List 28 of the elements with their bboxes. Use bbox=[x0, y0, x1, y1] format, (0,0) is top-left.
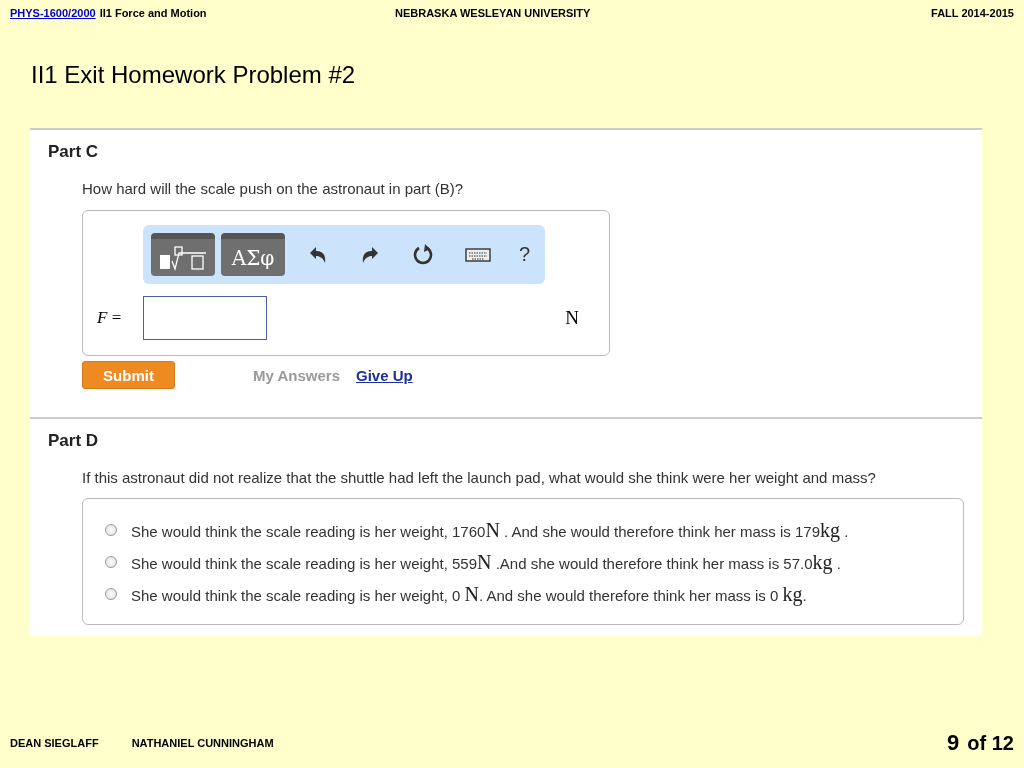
page-number: 9 bbox=[947, 730, 960, 756]
option-text: She would think the scale reading is her weight, 559N .And she would therefore think her mass is 57.0kg . bbox=[131, 550, 841, 574]
part-heading: Part C bbox=[47, 141, 100, 162]
variable-label: F = bbox=[97, 308, 123, 328]
reset-icon[interactable] bbox=[411, 242, 435, 267]
answer-input[interactable] bbox=[143, 296, 267, 340]
page-total: of 12 bbox=[967, 732, 1014, 755]
author-name: NATHANIEL CUNNINGHAM bbox=[131, 737, 274, 749]
templates-button[interactable] bbox=[151, 233, 215, 276]
radio-button[interactable] bbox=[105, 556, 117, 568]
keyboard-icon[interactable] bbox=[465, 246, 491, 263]
option-text: She would think the scale reading is her weight, 1760N . And she would therefore think her mass is 179kg . bbox=[131, 518, 849, 542]
course-title: II1 Force and Motion bbox=[99, 7, 207, 19]
radio-button[interactable] bbox=[105, 524, 117, 536]
radio-button[interactable] bbox=[105, 588, 117, 600]
slide-title: II1 Exit Homework Problem #2 bbox=[30, 60, 357, 89]
term-label: FALL 2014-2015 bbox=[931, 7, 1014, 19]
part-heading: Part D bbox=[47, 430, 100, 451]
question-text: How hard will the scale push on the astronaut in part (B)? bbox=[81, 179, 465, 197]
symbols-button[interactable]: ΑΣφ bbox=[221, 233, 285, 276]
university-name: NEBRASKA WESLEYAN UNIVERSITY bbox=[395, 7, 592, 19]
give-up-link[interactable]: Give Up bbox=[356, 366, 413, 384]
course-link[interactable]: PHYS-1600/2000 bbox=[10, 7, 96, 19]
option-text: She would think the scale reading is her weight, 0 N. And she would therefore think her mass is 0 kg. bbox=[131, 582, 807, 606]
question-text: If this astronaut did not realize that the shuttle had left the launch pad, what would she think were her weight and mass? bbox=[81, 468, 877, 486]
help-button[interactable]: ? bbox=[511, 243, 539, 266]
author-name: DEAN SIEGLAFF bbox=[10, 737, 99, 749]
unit-label: N bbox=[565, 307, 579, 329]
